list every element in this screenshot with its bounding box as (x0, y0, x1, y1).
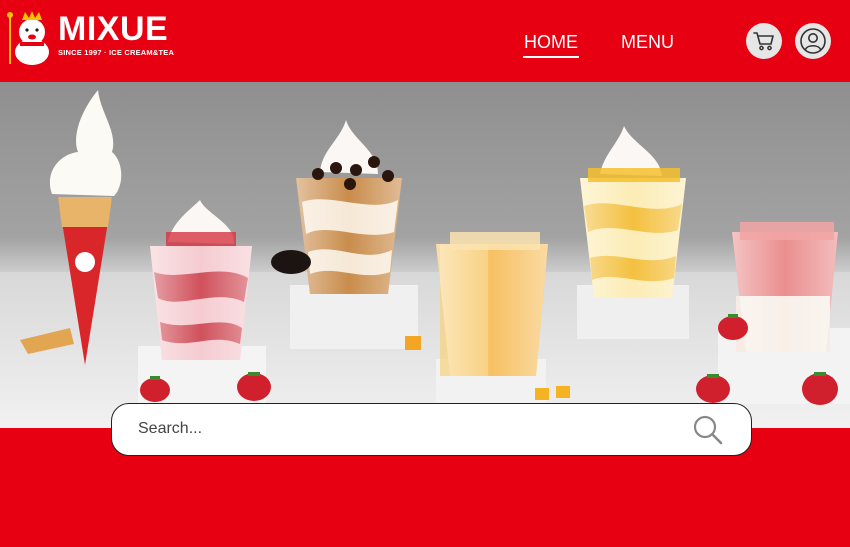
brand-tagline: SINCE 1997 · ICE CREAM&TEA (58, 48, 175, 57)
search-input[interactable] (138, 404, 678, 454)
cart-icon (753, 32, 774, 51)
snowman-king-icon (7, 11, 49, 65)
nav-menu-link[interactable]: MENU (621, 32, 674, 53)
brand-name: MIXUE (58, 10, 169, 48)
user-icon (800, 28, 826, 54)
hero-banner (0, 82, 850, 428)
search-bar (111, 403, 752, 456)
brand-logo[interactable]: MIXUE SINCE 1997 · ICE CREAM&TEA (6, 8, 174, 66)
ice-cream-lineup-image (0, 90, 850, 428)
cart-button[interactable] (746, 23, 782, 59)
search-icon[interactable] (692, 414, 724, 446)
site-header: MIXUE SINCE 1997 · ICE CREAM&TEA HOME ME… (0, 0, 850, 82)
account-button[interactable] (795, 23, 831, 59)
nav-home-link[interactable]: HOME (523, 32, 579, 58)
brand-text: MIXUE SINCE 1997 · ICE CREAM&TEA (58, 12, 174, 57)
